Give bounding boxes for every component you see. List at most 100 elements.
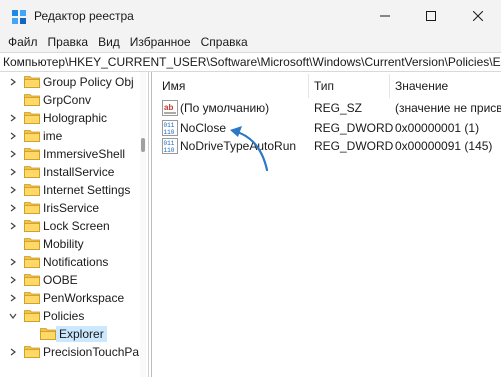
tree-item-label: Lock Screen: [43, 219, 110, 233]
folder-icon: [24, 112, 40, 124]
column-header-name[interactable]: Имя: [162, 72, 185, 100]
tree-item[interactable]: PenWorkspace: [0, 289, 140, 307]
folder-icon: [24, 274, 40, 286]
open-folder-icon: [24, 310, 40, 322]
maximize-icon: [426, 11, 436, 21]
value-type: REG_DWORD: [314, 139, 394, 153]
column-header-type[interactable]: Тип: [314, 72, 334, 100]
folder-icon: [24, 130, 40, 142]
value-name: (По умолчанию): [180, 101, 270, 115]
open-folder-icon: [40, 328, 56, 340]
scrollbar-thumb[interactable]: [141, 138, 145, 152]
dword-value-icon: 011 110: [162, 120, 178, 136]
folder-icon: [24, 94, 40, 106]
svg-text:110: 110: [164, 129, 175, 136]
dword-value-icon: 011 110: [162, 138, 178, 154]
folder-icon: [24, 148, 40, 160]
tree-item[interactable]: Holographic: [0, 109, 140, 127]
tree-item[interactable]: Policies: [0, 307, 140, 325]
tree-item[interactable]: Mobility: [0, 235, 140, 253]
tree-item-label: Internet Settings: [43, 183, 131, 197]
tree-item[interactable]: Internet Settings: [0, 181, 140, 199]
menu-favorites[interactable]: Избранное: [125, 32, 196, 52]
chevron-right-icon[interactable]: [8, 185, 18, 195]
minimize-icon: [380, 15, 390, 17]
tree-item[interactable]: Lock Screen: [0, 217, 140, 235]
tree-item[interactable]: ImmersiveShell: [0, 145, 140, 163]
tree-item-label: PrecisionTouchPa: [43, 345, 140, 359]
chevron-right-icon[interactable]: [8, 257, 18, 267]
svg-text:ab: ab: [164, 103, 173, 112]
folder-icon: [24, 184, 40, 196]
tree-item[interactable]: Group Policy Obj: [0, 73, 140, 91]
close-button[interactable]: [455, 0, 501, 32]
tree-item-label: Group Policy Obj: [43, 75, 134, 89]
tree-item-label: Mobility: [43, 237, 84, 251]
address-path[interactable]: Компьютер\HKEY_CURRENT_USER\Software\Mic…: [0, 53, 501, 71]
svg-text:011: 011: [164, 122, 175, 129]
folder-icon: [24, 220, 40, 232]
tree-scrollbar[interactable]: [140, 72, 146, 377]
menu-bar: Файл Правка Вид Избранное Справка: [0, 32, 501, 52]
tree-item-label: Explorer: [56, 326, 107, 342]
chevron-down-icon[interactable]: [8, 311, 18, 321]
folder-icon: [24, 202, 40, 214]
pane-splitter[interactable]: [148, 72, 149, 377]
value-row-nodrivetypeautorun[interactable]: 011 110 NoDriveTypeAutoRun REG_DWORD 0x0…: [152, 136, 501, 156]
tree-item[interactable]: InstallService: [0, 163, 140, 181]
value-type: REG_DWORD: [314, 121, 394, 135]
tree-item[interactable]: IrisService: [0, 199, 140, 217]
menu-edit[interactable]: Правка: [43, 32, 94, 52]
tree-item[interactable]: Explorer: [0, 325, 140, 343]
folder-icon: [24, 76, 40, 88]
folder-icon: [24, 292, 40, 304]
tree-item[interactable]: OOBE: [0, 271, 140, 289]
title-bar: Редактор реестра: [0, 0, 501, 32]
chevron-right-icon[interactable]: [8, 131, 18, 141]
tree-item-label: OOBE: [43, 273, 78, 287]
tree-item-label: Holographic: [43, 111, 108, 125]
tree-item-label: InstallService: [43, 165, 115, 179]
folder-icon: [24, 346, 40, 358]
tree-item-label: Policies: [43, 309, 85, 323]
value-data: 0x00000001 (1): [395, 121, 480, 135]
key-tree: Group Policy Obj GrpConv Holographic ime Imm…: [0, 72, 146, 377]
chevron-right-icon[interactable]: [8, 203, 18, 213]
tree-item[interactable]: ime: [0, 127, 140, 145]
chevron-right-icon[interactable]: [8, 149, 18, 159]
chevron-right-icon[interactable]: [8, 113, 18, 123]
value-name: NoClose: [180, 121, 227, 135]
folder-icon: [24, 166, 40, 178]
value-data: (значение не присвоено): [395, 101, 501, 115]
annotation-arrow-icon: [230, 126, 269, 172]
chevron-right-icon[interactable]: [8, 221, 18, 231]
value-row-noclose[interactable]: 011 110 NoClose REG_DWORD 0x00000001 (1): [152, 118, 501, 138]
value-type: REG_SZ: [314, 101, 363, 115]
registry-editor-icon: [12, 10, 26, 24]
minimize-button[interactable]: [362, 0, 408, 32]
window-title: Редактор реестра: [34, 9, 134, 23]
column-divider[interactable]: [308, 74, 309, 98]
chevron-right-icon[interactable]: [8, 167, 18, 177]
column-divider[interactable]: [389, 74, 390, 98]
folder-icon: [24, 238, 40, 250]
column-header-data[interactable]: Значение: [395, 72, 448, 100]
address-bar[interactable]: Компьютер\HKEY_CURRENT_USER\Software\Mic…: [0, 52, 501, 72]
tree-item[interactable]: GrpConv: [0, 91, 140, 109]
folder-icon: [24, 256, 40, 268]
menu-file[interactable]: Файл: [3, 32, 43, 52]
chevron-right-icon[interactable]: [8, 347, 18, 357]
value-data: 0x00000091 (145): [395, 139, 493, 153]
svg-text:011: 011: [164, 140, 175, 147]
chevron-right-icon[interactable]: [8, 275, 18, 285]
menu-view[interactable]: Вид: [93, 32, 125, 52]
maximize-button[interactable]: [408, 0, 454, 32]
menu-help[interactable]: Справка: [196, 32, 253, 52]
tree-item[interactable]: PrecisionTouchPa: [0, 343, 140, 361]
tree-item-label: ImmersiveShell: [43, 147, 126, 161]
chevron-right-icon[interactable]: [8, 77, 18, 87]
tree-item[interactable]: Notifications: [0, 253, 140, 271]
chevron-right-icon[interactable]: [8, 293, 18, 303]
value-row-default[interactable]: ab (По умолчанию) REG_SZ (значение не пр…: [152, 98, 501, 118]
svg-text:110: 110: [164, 147, 175, 154]
